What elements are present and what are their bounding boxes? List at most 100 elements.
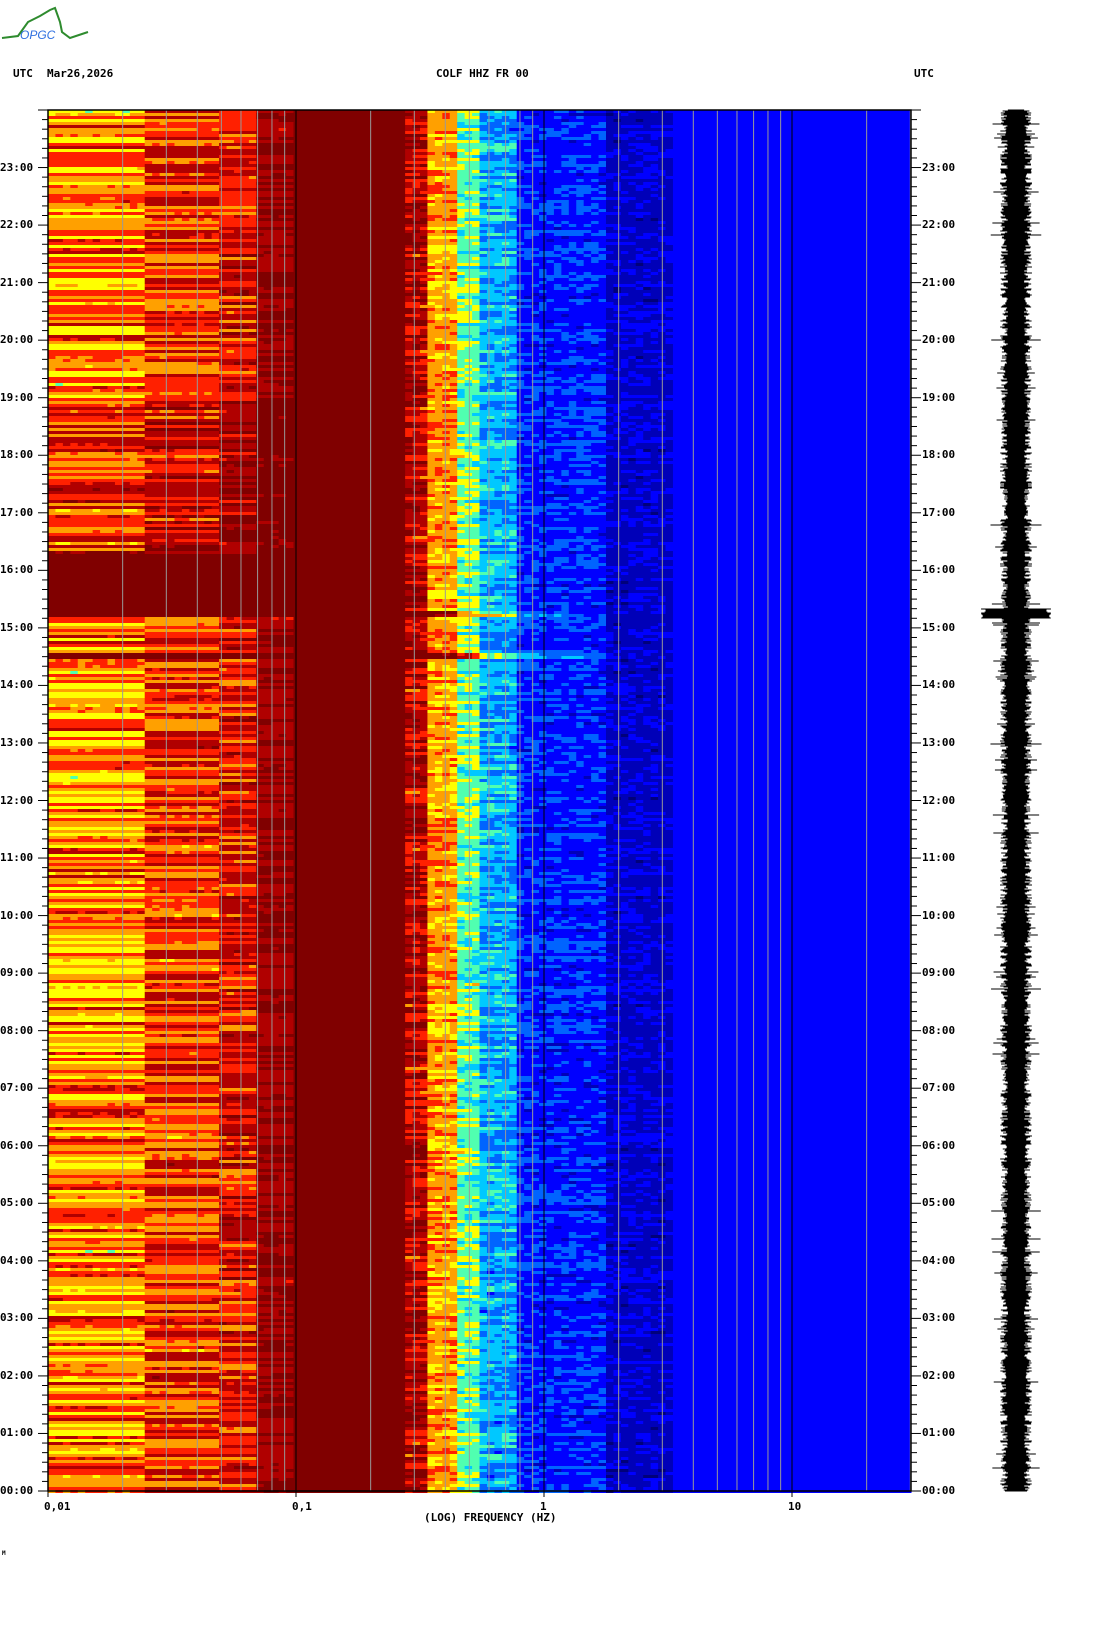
heatmap-cell bbox=[293, 662, 428, 665]
heatmap-cell bbox=[665, 605, 674, 608]
heatmap-cell bbox=[635, 629, 644, 632]
heatmap-cell bbox=[620, 569, 652, 572]
heatmap-cell bbox=[531, 737, 555, 740]
heatmap-cell bbox=[405, 470, 428, 473]
heatmap-cell bbox=[241, 230, 257, 233]
heatmap-cell bbox=[516, 560, 533, 563]
heatmap-cell bbox=[539, 284, 555, 287]
heatmap-cell bbox=[576, 200, 585, 203]
heatmap-cell bbox=[583, 278, 592, 281]
heatmap-cell bbox=[412, 590, 421, 593]
heatmap-cell bbox=[271, 641, 414, 644]
heatmap-cell bbox=[650, 497, 659, 500]
heatmap-cell bbox=[516, 266, 555, 269]
heatmap-cell bbox=[472, 149, 481, 152]
heatmap-cell bbox=[457, 542, 481, 545]
heatmap-cell bbox=[144, 254, 220, 257]
heatmap-cell bbox=[427, 506, 443, 509]
heatmap-cell bbox=[48, 149, 146, 152]
heatmap-cell bbox=[635, 452, 652, 455]
heatmap-cell bbox=[219, 185, 257, 188]
heatmap-cell bbox=[256, 413, 406, 416]
heatmap-cell bbox=[464, 686, 473, 689]
heatmap-cell bbox=[427, 479, 436, 482]
heatmap-cell bbox=[174, 212, 183, 215]
heatmap-cell bbox=[479, 164, 518, 167]
heatmap-cell bbox=[457, 257, 473, 260]
heatmap-cell bbox=[48, 329, 146, 332]
heatmap-cell bbox=[449, 515, 466, 518]
heatmap-cell bbox=[531, 659, 592, 662]
heatmap-cell bbox=[457, 236, 466, 239]
heatmap-cell bbox=[613, 602, 622, 605]
heatmap-cell bbox=[55, 368, 123, 371]
heatmap-cell bbox=[613, 290, 622, 293]
heatmap-cell bbox=[442, 257, 451, 260]
heatmap-cell bbox=[256, 155, 295, 158]
heatmap-cell bbox=[48, 392, 153, 395]
heatmap-cell bbox=[293, 260, 406, 263]
heatmap-cell bbox=[449, 707, 458, 710]
heatmap-cell bbox=[122, 710, 131, 713]
heatmap-cell bbox=[658, 542, 912, 545]
heatmap-cell bbox=[516, 743, 533, 746]
heatmap-cell bbox=[643, 287, 652, 290]
heatmap-cell bbox=[486, 548, 510, 551]
heatmap-cell bbox=[219, 344, 295, 347]
heatmap-cell bbox=[546, 362, 577, 365]
heatmap-cell bbox=[561, 272, 570, 275]
heatmap-cell bbox=[144, 275, 220, 278]
heatmap-cell bbox=[479, 410, 518, 413]
heatmap-cell bbox=[598, 428, 607, 431]
heatmap-cell bbox=[196, 416, 205, 419]
heatmap-cell bbox=[48, 158, 146, 161]
heatmap-cell bbox=[568, 485, 607, 488]
heatmap-cell bbox=[486, 344, 495, 347]
heatmap-cell bbox=[486, 356, 495, 359]
heatmap-cell bbox=[263, 464, 280, 467]
heatmap-cell bbox=[539, 305, 547, 308]
heatmap-cell bbox=[457, 656, 473, 659]
heatmap-cell bbox=[256, 545, 272, 548]
heatmap-cell bbox=[472, 212, 481, 215]
heatmap-cell bbox=[472, 305, 481, 308]
heatmap-cell bbox=[598, 167, 607, 170]
heatmap-cell bbox=[524, 380, 533, 383]
heatmap-cell bbox=[122, 530, 146, 533]
heatmap-cell bbox=[606, 122, 674, 125]
heatmap-cell bbox=[479, 155, 518, 158]
heatmap-cell bbox=[620, 206, 637, 209]
heatmap-cell bbox=[263, 305, 280, 308]
heatmap-cell bbox=[427, 719, 458, 722]
heatmap-cell bbox=[412, 311, 428, 314]
heatmap-cell bbox=[420, 725, 428, 728]
heatmap-cell bbox=[293, 659, 406, 662]
heatmap-cell bbox=[256, 113, 280, 116]
heatmap-cell bbox=[442, 578, 458, 581]
heatmap-cell bbox=[293, 620, 406, 623]
heatmap-cell bbox=[144, 152, 257, 155]
heatmap-cell bbox=[524, 230, 592, 233]
heatmap-cell bbox=[256, 524, 406, 527]
heatmap-cell bbox=[405, 224, 428, 227]
heatmap-cell bbox=[152, 143, 161, 146]
heatmap-cell bbox=[48, 743, 146, 746]
heatmap-cell bbox=[293, 194, 406, 197]
heatmap-cell bbox=[434, 575, 451, 578]
heatmap-cell bbox=[144, 314, 220, 317]
heatmap-cell bbox=[486, 740, 495, 743]
heatmap-cell bbox=[48, 674, 146, 677]
heatmap-cell bbox=[665, 545, 912, 548]
heatmap-cell bbox=[635, 554, 644, 557]
heatmap-cell bbox=[472, 437, 481, 440]
heatmap-cell bbox=[122, 368, 131, 371]
heatmap-cell bbox=[427, 239, 451, 242]
heatmap-cell bbox=[650, 188, 659, 191]
heatmap-cell bbox=[427, 509, 458, 512]
heatmap-cell bbox=[48, 647, 146, 650]
heatmap-cell bbox=[628, 272, 637, 275]
heatmap-cell bbox=[427, 446, 458, 449]
heatmap-cell bbox=[92, 509, 101, 512]
heatmap-cell bbox=[546, 581, 555, 584]
heatmap-cell bbox=[457, 467, 466, 470]
